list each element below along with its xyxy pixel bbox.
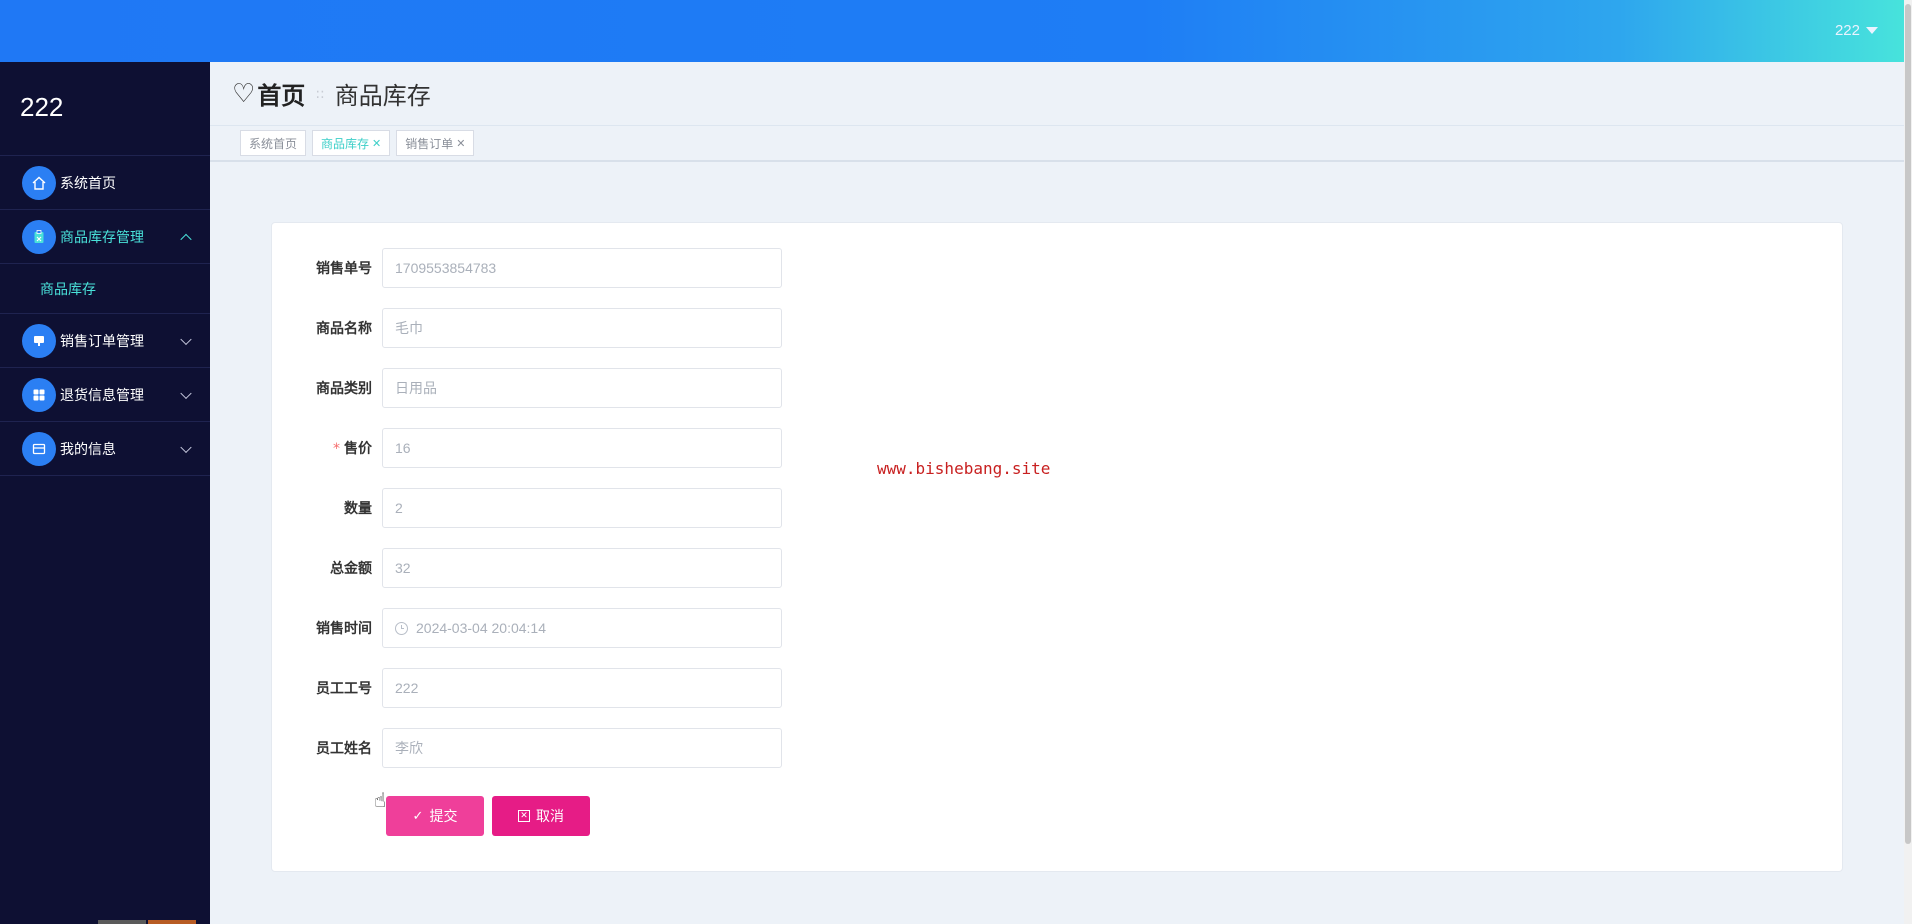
heart-icon: ♡ [232, 78, 256, 109]
breadcrumb: ♡ 首页 :: 商品库存 [210, 62, 1904, 126]
sidebar-item-sales[interactable]: 销售订单管理 [0, 314, 210, 368]
tag-label: 商品库存 [321, 136, 370, 151]
chevron-up-icon [180, 233, 192, 245]
watermark: www.bishebang.site [877, 459, 1051, 478]
field-label: 数量 [344, 501, 372, 517]
tag-sales-order[interactable]: 销售订单 ✕ [396, 130, 475, 156]
field-label: 销售时间 [316, 621, 372, 637]
form-row-sale-time: 销售时间 2024-03-04 20:04:14 [272, 607, 782, 649]
tag-inventory[interactable]: 商品库存 ✕ [312, 130, 391, 156]
field-value: 222 [395, 680, 419, 696]
submit-button[interactable]: ✓ 提交 [386, 796, 484, 836]
field-label-price: * 售价 [272, 438, 382, 458]
sidebar: 222 系统首页 商品库存管理 商品库存 销售订单管理 退货信息管理 我的信息 [0, 62, 210, 924]
field-value: 16 [395, 440, 411, 456]
chevron-down-icon [180, 333, 192, 345]
sales-form-card: 销售单号 1709553854783 商品名称 毛巾 商品类别 日用品 * 售价 … [271, 222, 1843, 872]
form-row-order-no: 销售单号 1709553854783 [272, 247, 782, 289]
sidebar-item-label: 销售订单管理 [60, 333, 144, 350]
chevron-down-icon [180, 387, 192, 399]
tag-home[interactable]: 系统首页 [240, 130, 307, 156]
sidebar-item-label: 商品库存管理 [60, 229, 144, 246]
sidebar-item-label: 系统首页 [60, 175, 116, 192]
sidebar-subitem-inventory[interactable]: 商品库存 [0, 264, 210, 314]
hand-pointer-icon: ☝ [374, 788, 387, 812]
total-amount-field[interactable]: 32 [382, 548, 782, 588]
submit-label: 提交 [429, 809, 458, 825]
form-row-price: * 售价 16 [272, 427, 782, 469]
field-value: 日用品 [395, 380, 437, 396]
grid-icon [22, 377, 56, 412]
field-label-text: 售价 [344, 441, 372, 457]
field-label: 员工姓名 [316, 741, 372, 757]
sidebar-item-profile[interactable]: 我的信息 [0, 422, 210, 476]
field-value: 毛巾 [395, 320, 423, 336]
sidebar-item-label: 退货信息管理 [60, 387, 144, 404]
sidebar-item-inventory[interactable]: 商品库存管理 [0, 210, 210, 264]
close-icon[interactable]: ✕ [372, 137, 381, 150]
employee-id-field[interactable]: 222 [382, 668, 782, 708]
sale-time-picker[interactable]: 2024-03-04 20:04:14 [382, 608, 782, 648]
price-field[interactable]: 16 [382, 428, 782, 468]
breadcrumb-home[interactable]: 首页 [257, 76, 305, 111]
field-value: 2 [395, 500, 403, 516]
field-value: 32 [395, 560, 411, 576]
cancel-label: 取消 [536, 809, 564, 825]
clipboard-icon [22, 219, 56, 254]
order-no-field[interactable]: 1709553854783 [382, 248, 782, 288]
close-icon[interactable]: ✕ [456, 137, 465, 150]
user-menu[interactable]: 222 [1835, 22, 1878, 39]
page-scrollbar[interactable] [1904, 0, 1912, 924]
monitor-icon [22, 323, 56, 358]
tag-label: 销售订单 [405, 136, 454, 151]
field-label: 商品类别 [316, 381, 372, 397]
home-icon [22, 165, 56, 200]
sidebar-item-home[interactable]: 系统首页 [0, 156, 210, 210]
sidebar-item-returns[interactable]: 退货信息管理 [0, 368, 210, 422]
sidebar-item-label: 我的信息 [60, 441, 116, 458]
cancel-button[interactable]: ✕ 取消 [492, 796, 590, 836]
form-row-employee-id: 员工工号 222 [272, 667, 782, 709]
brand-title: 222 [0, 62, 210, 156]
scrollbar-thumb[interactable] [1905, 4, 1911, 844]
breadcrumb-current: 商品库存 [334, 82, 431, 110]
category-field[interactable]: 日用品 [382, 368, 782, 408]
field-value: 李欣 [395, 740, 423, 756]
field-label: 员工工号 [316, 681, 372, 697]
close-square-icon: ✕ [518, 810, 530, 822]
form-row-category: 商品类别 日用品 [272, 367, 782, 409]
wallet-icon [22, 431, 56, 466]
field-value: 2024-03-04 20:04:14 [416, 620, 546, 636]
tags-view: 系统首页 商品库存 ✕ 销售订单 ✕ [210, 126, 1904, 162]
employee-name-field[interactable]: 李欣 [382, 728, 782, 768]
clock-icon [395, 621, 408, 635]
tag-label: 系统首页 [249, 136, 298, 151]
field-label: 总金额 [330, 561, 372, 577]
field-label: 销售单号 [316, 261, 372, 277]
required-mark: * [333, 441, 340, 457]
breadcrumb-separator: :: [315, 85, 325, 102]
check-icon: ✓ [412, 808, 424, 824]
field-value: 1709553854783 [395, 260, 497, 276]
username[interactable]: 222 [1835, 22, 1860, 39]
quantity-field[interactable]: 2 [382, 488, 782, 528]
taskbar-strip [0, 918, 210, 924]
chevron-down-icon [180, 441, 192, 453]
form-row-employee-name: 员工姓名 李欣 [272, 727, 782, 769]
field-label: 商品名称 [316, 321, 372, 337]
product-name-field[interactable]: 毛巾 [382, 308, 782, 348]
caret-down-icon[interactable] [1866, 27, 1878, 34]
form-row-product-name: 商品名称 毛巾 [272, 307, 782, 349]
top-bar: 222 [0, 0, 1904, 62]
form-row-quantity: 数量 2 [272, 487, 782, 529]
form-row-total: 总金额 32 [272, 547, 782, 589]
main-content: ♡ 首页 :: 商品库存 系统首页 商品库存 ✕ 销售订单 ✕ 销售单号 170… [210, 62, 1904, 924]
